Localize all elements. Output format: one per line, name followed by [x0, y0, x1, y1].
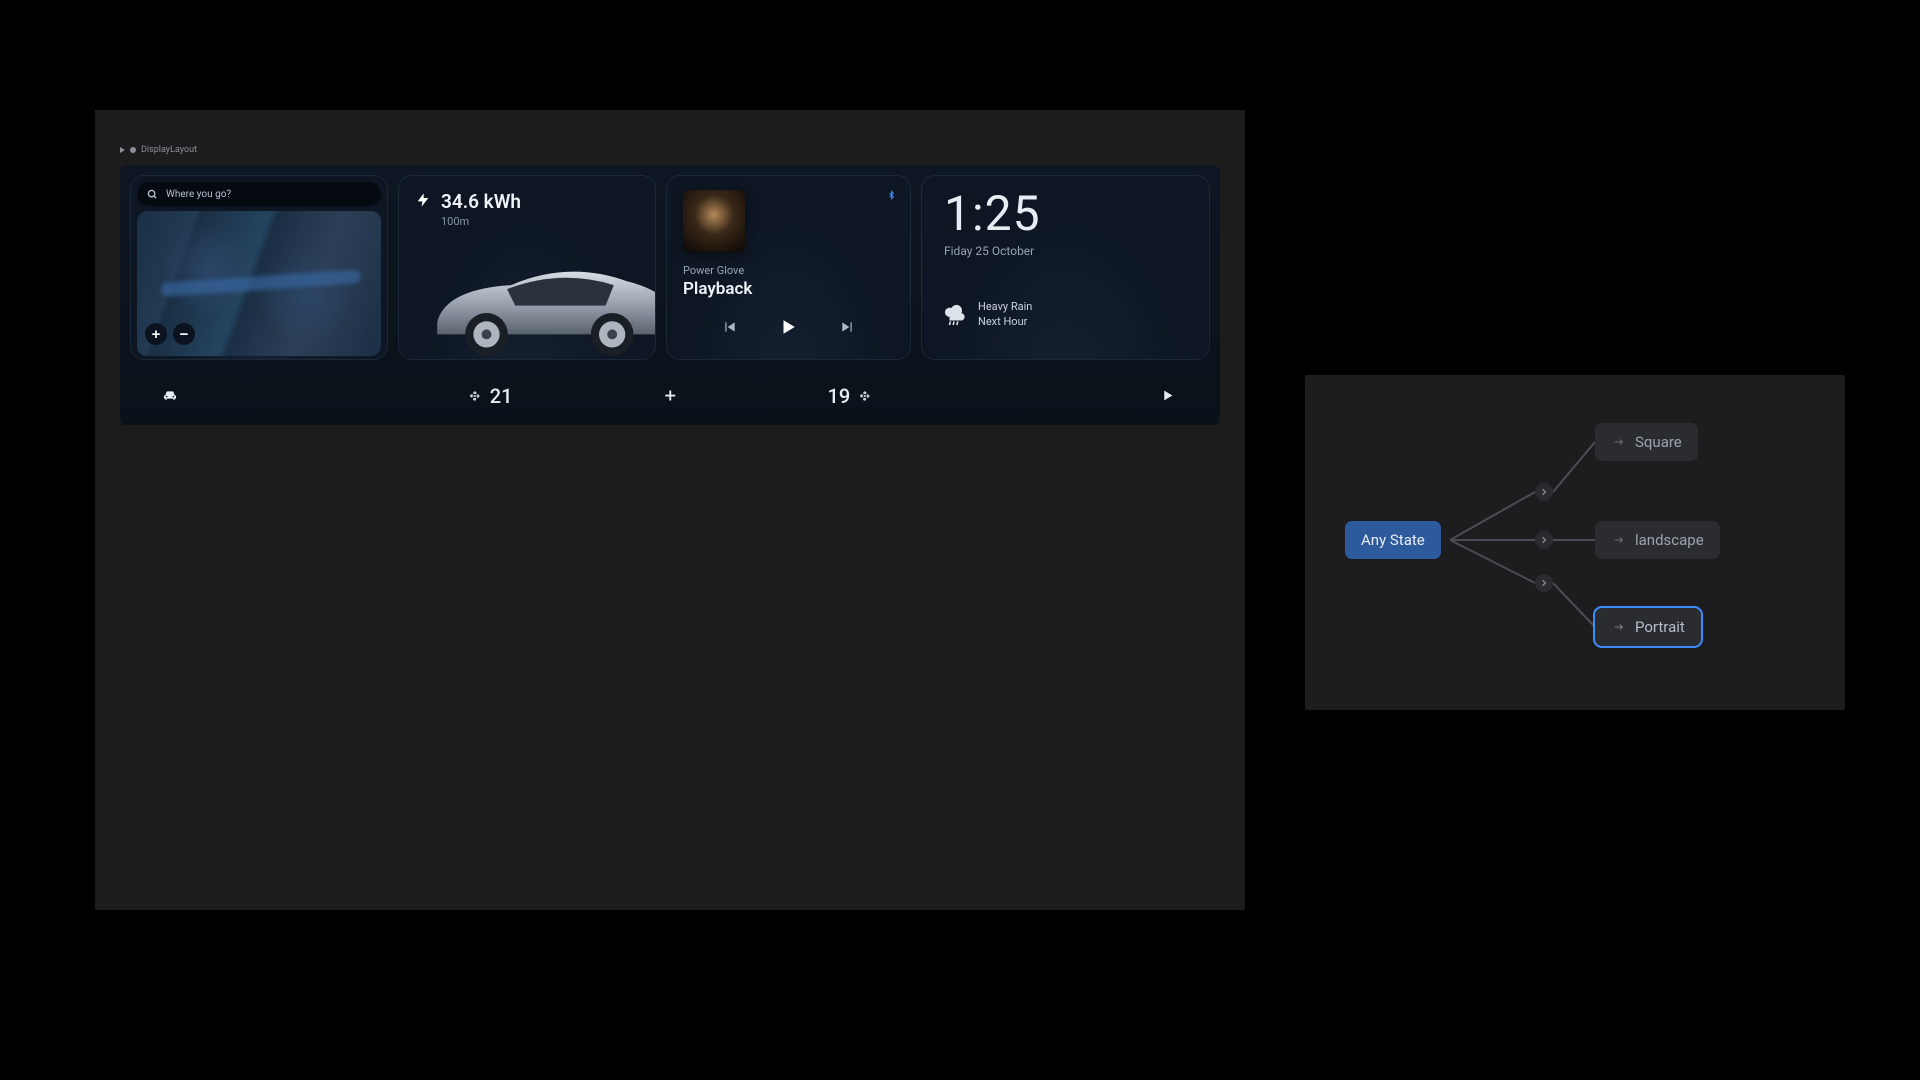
weather-line1: Heavy Rain — [978, 300, 1032, 315]
artboard: DisplayLayout Where you go? + − — [95, 110, 1245, 910]
breadcrumb-label: DisplayLayout — [141, 145, 197, 155]
climate-controls: 21 19 — [468, 384, 872, 408]
fan-left-icon — [468, 389, 482, 403]
state-node-label: landscape — [1635, 531, 1704, 549]
state-node-root-label: Any State — [1361, 531, 1425, 549]
rain-icon — [944, 304, 966, 326]
arrow-right-icon — [1611, 622, 1627, 632]
play-mini-button[interactable] — [1161, 388, 1174, 403]
vehicle-button[interactable] — [160, 388, 180, 404]
energy-distance: 100m — [441, 215, 521, 228]
arrow-right-icon — [1611, 535, 1627, 545]
hmi-screen: Where you go? + − 34.6 kWh 100m — [120, 165, 1220, 425]
play-button[interactable] — [779, 317, 797, 337]
search-icon — [147, 189, 158, 200]
graph-port[interactable] — [1535, 483, 1553, 501]
state-node-portrait[interactable]: Portrait — [1595, 608, 1701, 646]
climate-left[interactable]: 21 — [468, 384, 513, 408]
media-artist: Power Glove — [683, 264, 894, 277]
card-row: Where you go? + − 34.6 kWh 100m — [130, 175, 1210, 360]
climate-right-temp: 19 — [828, 384, 851, 408]
arrow-right-icon — [1611, 437, 1627, 447]
breadcrumb[interactable]: DisplayLayout — [120, 145, 197, 155]
dot-icon — [130, 147, 136, 153]
play-icon — [120, 147, 125, 153]
climate-left-temp: 21 — [490, 384, 513, 408]
energy-header: 34.6 kWh 100m — [399, 176, 655, 228]
state-node-square[interactable]: Square — [1595, 423, 1698, 461]
state-node-label: Square — [1635, 433, 1682, 451]
bottom-bar: 21 19 — [130, 368, 1210, 423]
media-card[interactable]: Power Glove Playback — [666, 175, 911, 360]
clock-card[interactable]: 1:25 Fiday 25 October Heavy Rain Next Ho… — [921, 175, 1210, 360]
album-art — [683, 190, 745, 252]
energy-card[interactable]: 34.6 kWh 100m — [398, 175, 656, 360]
zoom-in-button[interactable]: + — [145, 323, 167, 345]
map-search-input[interactable]: Where you go? — [137, 182, 381, 206]
map-zoom-controls: + − — [145, 323, 195, 345]
fan-right-icon — [858, 389, 872, 403]
car-icon — [160, 388, 180, 404]
weather-line2: Next Hour — [978, 315, 1032, 330]
climate-right[interactable]: 19 — [828, 384, 873, 408]
graph-port[interactable] — [1535, 531, 1553, 549]
car-image — [429, 244, 656, 359]
add-button[interactable] — [663, 388, 678, 403]
prev-track-button[interactable] — [721, 320, 739, 334]
clock-date: Fiday 25 October — [944, 244, 1187, 258]
play-icon — [1161, 388, 1174, 403]
next-track-button[interactable] — [838, 320, 856, 334]
zoom-out-button[interactable]: − — [173, 323, 195, 345]
weather: Heavy Rain Next Hour — [944, 300, 1187, 330]
state-graph-panel: Any State Square landscape Portrait — [1305, 375, 1845, 710]
map-card[interactable]: Where you go? + − — [130, 175, 388, 360]
bolt-icon — [415, 190, 431, 210]
media-track: Playback — [683, 279, 894, 299]
map-search-placeholder: Where you go? — [166, 189, 231, 200]
state-node-root[interactable]: Any State — [1345, 521, 1441, 559]
plus-icon — [663, 388, 678, 403]
state-node-label: Portrait — [1635, 618, 1685, 636]
graph-port[interactable] — [1535, 574, 1553, 592]
energy-value: 34.6 kWh — [441, 190, 521, 213]
clock-time: 1:25 — [944, 190, 1187, 238]
state-node-landscape[interactable]: landscape — [1595, 521, 1720, 559]
media-controls — [683, 317, 894, 337]
bluetooth-icon — [887, 188, 896, 202]
